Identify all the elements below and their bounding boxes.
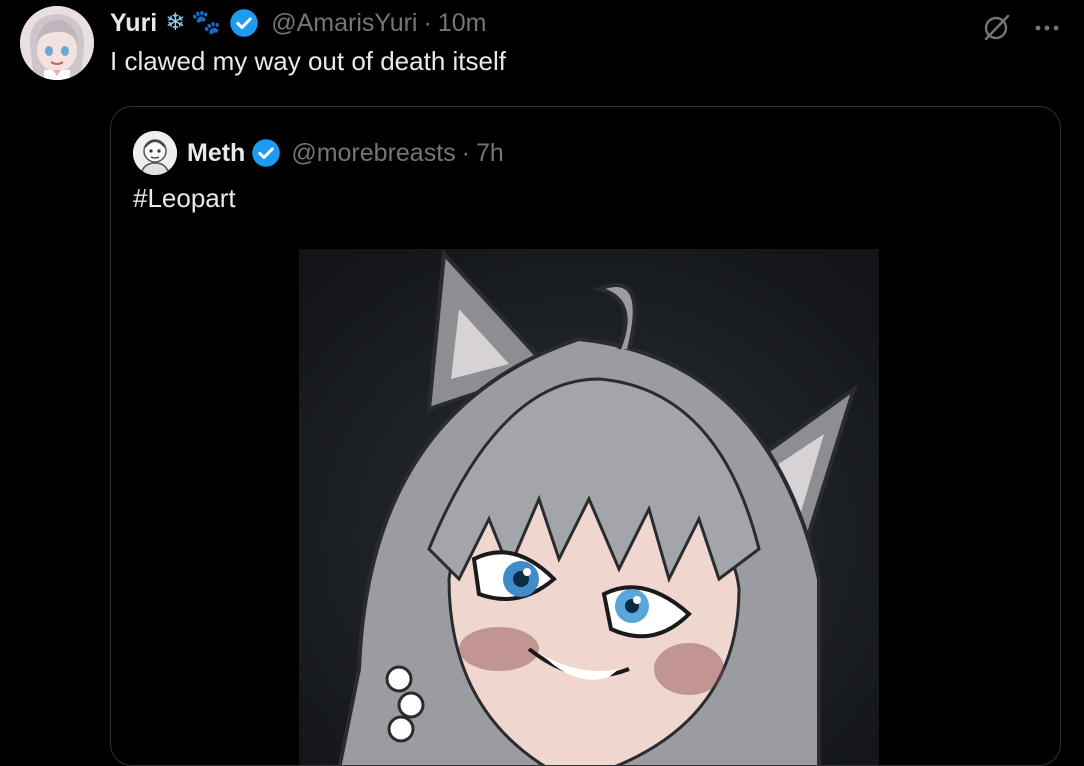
quote-media-image[interactable] bbox=[299, 249, 879, 765]
verified-badge-icon[interactable] bbox=[251, 138, 281, 168]
anime-avatar-icon bbox=[20, 6, 94, 80]
user-handle[interactable]: @AmarisYuri bbox=[271, 9, 417, 38]
quote-avatar[interactable] bbox=[133, 131, 177, 175]
tweet-header: Yuri ❄ 🐾 @AmarisYuri · 10m bbox=[110, 6, 486, 40]
display-name[interactable]: Yuri bbox=[110, 9, 157, 38]
tweet[interactable]: Yuri ❄ 🐾 @AmarisYuri · 10m I clawed my w… bbox=[0, 0, 1084, 766]
quote-user-handle[interactable]: @morebreasts bbox=[291, 139, 455, 168]
quote-display-name[interactable]: Meth bbox=[187, 139, 245, 168]
snowflake-icon: ❄ bbox=[165, 9, 186, 36]
anime-catgirl-illustration bbox=[299, 249, 879, 765]
quoted-tweet[interactable]: Meth @morebreasts · 7h #Leopart bbox=[110, 106, 1061, 766]
grok-icon[interactable] bbox=[980, 10, 1014, 44]
sketch-avatar-icon bbox=[133, 131, 177, 175]
paw-prints-icon: 🐾 bbox=[191, 9, 222, 36]
avatar[interactable] bbox=[20, 6, 94, 80]
separator-dot: · bbox=[461, 138, 470, 167]
quote-text: #Leopart bbox=[133, 183, 236, 213]
quote-header: Meth @morebreasts · 7h bbox=[187, 133, 504, 173]
more-options-icon[interactable] bbox=[1030, 10, 1064, 44]
verified-badge-icon[interactable] bbox=[229, 8, 259, 38]
separator-dot: · bbox=[423, 8, 432, 37]
timestamp[interactable]: 10m bbox=[438, 9, 487, 38]
quote-timestamp[interactable]: 7h bbox=[476, 139, 504, 168]
tweet-text: I clawed my way out of death itself bbox=[110, 46, 506, 76]
